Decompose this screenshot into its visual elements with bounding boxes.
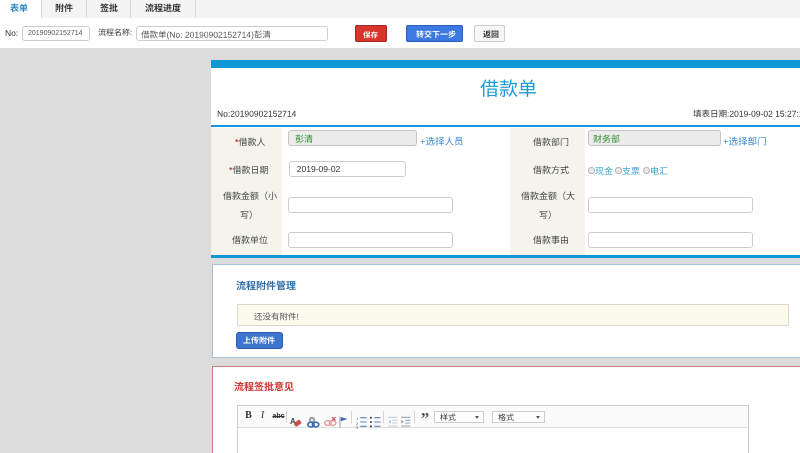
svg-text:3: 3 <box>356 425 359 430</box>
